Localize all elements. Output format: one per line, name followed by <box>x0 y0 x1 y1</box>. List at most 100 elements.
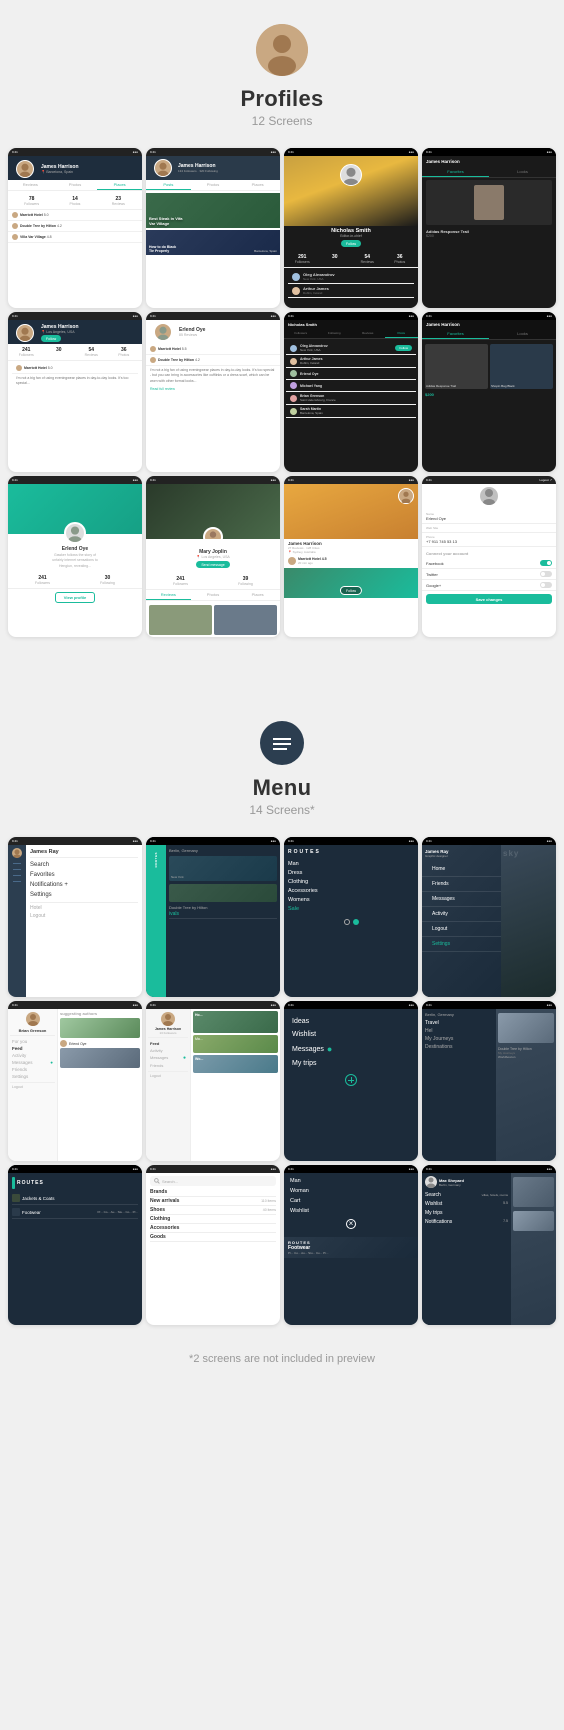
brands-m10[interactable]: Brands <box>150 1189 167 1195</box>
status-bar-p4: 9:41●●● <box>422 148 556 156</box>
woman-m11[interactable]: Woman <box>290 1186 412 1196</box>
view-profile-btn[interactable]: View profile <box>8 589 142 606</box>
logout-m6[interactable]: Logout <box>148 1073 188 1079</box>
menu-search-m1[interactable]: Search <box>30 860 138 870</box>
status-bar-m3: 9:41●●● <box>284 837 418 845</box>
avatar-p6 <box>154 323 172 341</box>
tab-fav-p8[interactable]: Favorites <box>422 329 489 339</box>
menu-favorites-m1[interactable]: Favorites <box>30 870 138 880</box>
tab-looks-p4[interactable]: Looks <box>489 167 556 177</box>
journeys-m8[interactable]: My Journeys <box>425 1035 493 1043</box>
follow-btn-p11[interactable]: Follow <box>340 586 362 595</box>
google-toggle[interactable] <box>540 582 552 588</box>
status-bar-m6: 9:41●●● <box>146 1001 280 1009</box>
settings-m5[interactable]: Settings <box>10 1073 55 1080</box>
clothing-m10[interactable]: Clothing <box>150 1216 170 1222</box>
mytrips-m7[interactable]: My trips <box>292 1057 410 1070</box>
goods-m10[interactable]: Goods <box>150 1234 166 1240</box>
messages-m7[interactable]: Messages ● <box>292 1041 410 1057</box>
field-name-p12[interactable]: Name Erlend Oye <box>422 510 556 524</box>
destinations-m8[interactable]: Destinations <box>425 1043 493 1051</box>
tab-places-p10[interactable]: Places <box>235 590 280 600</box>
tab-following-p7[interactable]: Following <box>318 329 352 338</box>
tab-places[interactable]: Places <box>97 180 142 190</box>
search-m12[interactable]: Search villas, hotels, rooms <box>425 1190 508 1199</box>
newarrivals-m10[interactable]: New arrivals <box>150 1198 179 1204</box>
follow-btn-oleg[interactable]: Follow <box>395 345 412 351</box>
reviews-p6: 85 Reviews <box>179 333 205 337</box>
footwear-m9[interactable]: Footwear <box>22 1210 41 1215</box>
menu-logout-m1[interactable]: Logout <box>30 912 138 920</box>
tab-followers-p7[interactable]: Followers <box>284 329 318 338</box>
settings-m4[interactable]: Settings <box>422 937 501 952</box>
save-changes-btn[interactable]: Save changes <box>426 594 552 604</box>
sendmsg-btn-p10[interactable]: Send message <box>150 561 276 568</box>
facebook-p12: Facebook <box>426 561 444 566</box>
hotel-1-p5: Marriott Hotel 5.0 <box>12 363 138 374</box>
mytrips-m12[interactable]: My trips <box>425 1208 508 1217</box>
menu-dress-m3[interactable]: Dress <box>288 868 414 877</box>
feed-m5[interactable]: Feed <box>10 1045 55 1052</box>
messages-m6[interactable]: Messages ● <box>148 1054 188 1062</box>
field-phone-p12[interactable]: Phone +7 911 745 53 13 <box>422 533 556 547</box>
activity-m4[interactable]: Activity <box>422 907 501 922</box>
tab-looks-p8[interactable]: Looks <box>489 329 556 339</box>
activity-m5[interactable]: Activity <box>10 1052 55 1059</box>
tab-reviews-p10[interactable]: Reviews <box>146 590 191 600</box>
status-bar-p2: 9:41●●● <box>146 148 280 156</box>
feed-m6[interactable]: Feed <box>148 1040 188 1047</box>
menu-sale-m3[interactable]: Sale <box>288 904 414 913</box>
arrivals-m2[interactable]: ivals <box>169 910 277 919</box>
menu-hotel-m1[interactable]: Hotel <box>30 904 138 912</box>
man-m11[interactable]: Man <box>290 1176 412 1186</box>
menu-man-m3[interactable]: Man <box>288 859 414 868</box>
field-website-p12[interactable]: Web Site <box>422 524 556 533</box>
messages-m4[interactable]: Messages <box>422 892 501 907</box>
facebook-toggle[interactable] <box>540 560 552 566</box>
cart-m11[interactable]: Cart <box>290 1196 412 1206</box>
tabs-p10: Reviews Photos Places <box>146 590 280 601</box>
friends-m4[interactable]: Friends <box>422 877 501 892</box>
readmore-p6[interactable]: Read full review <box>146 386 280 392</box>
jackets-m9[interactable]: Jackets & Coats <box>22 1196 55 1201</box>
profiles-section-header: Profiles 12 Screens <box>0 0 564 144</box>
tab-photos[interactable]: Photos <box>53 180 98 190</box>
menu-clothing-m3[interactable]: Clothing <box>288 877 414 886</box>
messages-m5[interactable]: Messages ● <box>10 1059 55 1066</box>
follow-btn-p5[interactable]: Follow <box>41 335 79 342</box>
tab-places-p2[interactable]: Places <box>235 180 280 190</box>
tab-posts-p7[interactable]: Posts <box>385 329 419 338</box>
search-placeholder-m10[interactable]: Search... <box>162 1179 178 1184</box>
notifications-m12[interactable]: Notifications 7.5 <box>425 1217 508 1226</box>
travel-m8[interactable]: Travel <box>425 1019 493 1027</box>
tab-reviews-p7[interactable]: Reviews <box>351 329 385 338</box>
wishlist-m11[interactable]: Wishlist <box>290 1206 412 1216</box>
menu-notifications-m1[interactable]: Notifications + <box>30 880 138 890</box>
tab-posts-p2[interactable]: Posts <box>146 180 191 190</box>
friends-m6[interactable]: Friends <box>148 1062 188 1069</box>
tab-photos-p10[interactable]: Photos <box>191 590 236 600</box>
wishlist-m7[interactable]: Wishlist <box>292 1028 410 1041</box>
logout-m5[interactable]: Logout <box>10 1084 55 1090</box>
suggesting-m5: suggesting authors <box>60 1011 140 1016</box>
wishlist-m12[interactable]: Wishlist 5.5 <box>425 1199 508 1208</box>
follow-btn-p3[interactable]: Follow <box>341 240 361 247</box>
tab-photos-p2[interactable]: Photos <box>191 180 236 190</box>
tabs-p8: Favorites Looks <box>422 329 556 340</box>
menu-settings-m1[interactable]: Settings <box>30 890 138 900</box>
twitter-toggle[interactable] <box>540 571 552 577</box>
ideas-m7[interactable]: Ideas <box>292 1015 410 1028</box>
friends-m5[interactable]: Friends <box>10 1066 55 1073</box>
tab-reviews[interactable]: Reviews <box>8 180 53 190</box>
home-m4[interactable]: Home <box>422 862 501 877</box>
menu-accessories-m3[interactable]: Accessories <box>288 886 414 895</box>
activity-m6[interactable]: Activity <box>148 1047 188 1054</box>
tab-favorites-p4[interactable]: Favorites <box>422 167 489 177</box>
stats-p3: 291Followers 30 54Reviews 36Photos <box>284 251 418 268</box>
person-erlend-p7: Erlend Oye <box>286 368 416 380</box>
hel-m8[interactable]: Hel <box>425 1027 493 1035</box>
accessories-m10[interactable]: Accessories <box>150 1225 179 1231</box>
logout-m4[interactable]: Logout <box>422 922 501 937</box>
menu-womens-m3[interactable]: Womens <box>288 895 414 904</box>
shoes-m10[interactable]: Shoes <box>150 1207 165 1213</box>
